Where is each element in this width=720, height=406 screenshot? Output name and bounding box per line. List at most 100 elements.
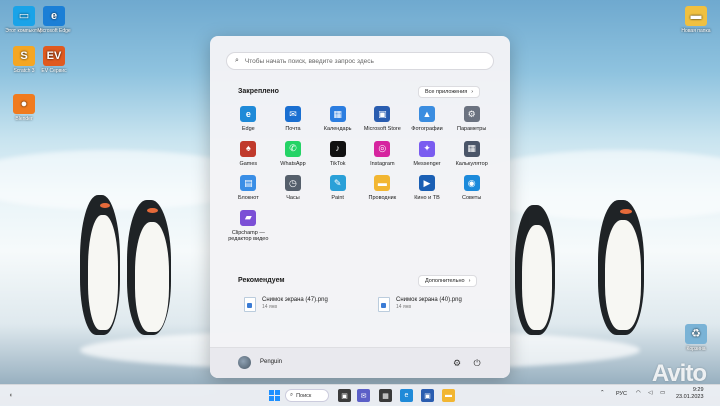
desktop-icon-label: Корзина — [686, 346, 706, 352]
pinned-app-label: Советы — [462, 195, 482, 201]
app-icon: ▰ — [240, 209, 257, 226]
clock[interactable]: 9:29 23.01.2023 — [676, 387, 704, 401]
search-icon: ⌕ — [235, 57, 239, 64]
desktop-app-icon: ● — [13, 94, 35, 114]
app-icon: ◷ — [284, 175, 301, 191]
pinned-app[interactable]: ✦ Messenger — [405, 140, 450, 168]
desktop-icon[interactable]: ● Blender — [0, 94, 48, 122]
pinned-app-label: Microsoft Store — [363, 126, 401, 132]
edge-icon[interactable]: e — [400, 389, 413, 402]
chevron-up-icon[interactable]: ⌃ — [600, 390, 605, 396]
pinned-app-label: Почта — [285, 126, 301, 132]
start-search-input[interactable]: ⌕ Чтобы начать поиск, введите запрос зде… — [226, 52, 494, 70]
app-icon: ✆ — [284, 140, 301, 157]
pinned-app[interactable]: ▬ Проводник — [360, 175, 405, 202]
pinned-app[interactable]: ▶ Кино и ТВ — [405, 175, 450, 202]
battery-icon[interactable]: ▭ — [660, 390, 665, 396]
start-button[interactable] — [268, 389, 281, 402]
pinned-app[interactable]: ▦ Калькулятор — [449, 140, 494, 168]
app-icon[interactable]: ▦ — [379, 389, 392, 402]
pinned-app[interactable]: ◷ Часы — [271, 175, 316, 202]
pinned-app-label: Clipchamp — редактор видео — [228, 229, 269, 243]
wifi-icon[interactable]: ◠ — [636, 390, 641, 396]
desktop-app-icon: e — [43, 6, 65, 26]
desktop-icon[interactable]: ♻ Корзина — [672, 324, 720, 352]
search-placeholder: Чтобы начать поиск, введите запрос здесь — [244, 57, 374, 65]
pinned-app[interactable]: ▤ Блокнот — [226, 175, 271, 202]
penguin-decoration — [510, 205, 570, 340]
pinned-app-label: Instagram — [370, 160, 395, 167]
avito-watermark: Avito — [651, 360, 707, 387]
pinned-app-label: Параметры — [457, 126, 487, 132]
clock-time: 9:29 — [692, 387, 704, 393]
start-footer: Penguin ⚙ ⏻ — [210, 347, 510, 378]
pinned-app-label: Блокнот — [237, 195, 259, 201]
pinned-app[interactable]: ▰ Clipchamp — редактор видео — [226, 209, 271, 243]
pinned-app[interactable]: ♪ TikTok — [315, 140, 360, 168]
app-icon: ▤ — [240, 175, 257, 191]
pinned-apps-grid: e Edge ✉ Почта ▦ Календарь ▣ Microsoft Store ▲ Фо… — [226, 106, 494, 243]
desktop-icon-label: Microsoft Edge — [37, 28, 71, 34]
chevron-right-icon: › — [468, 278, 471, 284]
desktop-icon[interactable]: ▬ Новая папка — [672, 6, 720, 34]
pinned-app[interactable]: ◎ Instagram — [360, 140, 405, 168]
chevron-right-icon: › — [471, 89, 474, 95]
pinned-app[interactable]: ▲ Фотографии — [405, 106, 450, 133]
pinned-app[interactable]: ✉ Почта — [271, 106, 316, 133]
desktop-icon-label: Новая папка — [681, 28, 711, 34]
pinned-app[interactable]: e Edge — [226, 106, 271, 133]
desktop-icon-label: EV Сервис — [41, 68, 67, 74]
more-label: Дополнительно — [425, 278, 465, 284]
taskbar-search-button[interactable]: ⌕ Поиск — [285, 389, 329, 402]
desktop-icon[interactable]: e Microsoft Edge — [30, 6, 78, 34]
pinned-app-label: WhatsApp — [280, 160, 306, 167]
pinned-app[interactable]: ♠ Games — [226, 140, 271, 168]
penguin-decoration — [115, 200, 195, 340]
app-icon: ♪ — [329, 140, 346, 157]
app-icon: ▶ — [418, 175, 435, 191]
language-indicator[interactable]: РУС — [616, 391, 627, 397]
pinned-app[interactable]: ✆ WhatsApp — [271, 140, 316, 168]
pinned-app-label: Календарь — [323, 126, 352, 132]
store-icon[interactable]: ▣ — [421, 389, 434, 402]
power-icon[interactable]: ⏻ — [471, 357, 483, 369]
pinned-app[interactable]: ◉ Советы — [449, 175, 494, 202]
pinned-app[interactable]: ⚙ Параметры — [449, 106, 494, 133]
recommended-item[interactable]: Снимок экрана (47).png 14 янв — [244, 297, 328, 312]
speaker-icon[interactable]: ◁ — [648, 390, 652, 396]
pinned-app[interactable]: ▣ Microsoft Store — [360, 106, 405, 133]
pinned-app-label: Кино и ТВ — [414, 195, 440, 201]
task-view-icon[interactable]: ▣ — [338, 389, 351, 402]
recommended-item[interactable]: Снимок экрана (40).png 14 янв — [378, 297, 462, 312]
desktop-app-icon: ▬ — [685, 6, 707, 26]
app-icon: ▦ — [329, 106, 346, 122]
pinned-app-label: Games — [239, 160, 258, 167]
all-apps-label: Все приложения — [425, 89, 468, 95]
recommended-item-name: Снимок экрана (47).png — [262, 297, 328, 303]
more-button[interactable]: Дополнительно › — [418, 275, 478, 287]
avatar[interactable] — [238, 356, 251, 369]
app-icon: ✎ — [329, 175, 346, 191]
widgets-icon[interactable]: ◐ — [5, 389, 18, 402]
app-icon: ◎ — [374, 140, 391, 157]
pinned-app-label: Messenger — [413, 160, 441, 167]
start-menu: ⌕ Чтобы начать поиск, введите запрос зде… — [210, 36, 510, 378]
app-icon: ◉ — [463, 175, 480, 191]
app-icon: ✉ — [284, 106, 301, 122]
all-apps-button[interactable]: Все приложения › — [418, 86, 481, 98]
recommended-item-meta: 14 янв — [262, 304, 278, 310]
pinned-app[interactable]: ▦ Календарь — [315, 106, 360, 133]
user-name[interactable]: Penguin — [260, 359, 282, 365]
chat-icon[interactable]: ✉ — [357, 389, 370, 402]
desktop-icon-label: Blender — [15, 116, 33, 122]
taskbar-search-label: Поиск — [296, 392, 312, 399]
settings-gear-icon[interactable]: ⚙ — [451, 357, 463, 369]
recommended-item-meta: 14 янв — [396, 304, 412, 310]
pinned-app-label: Калькулятор — [455, 160, 488, 167]
desktop-icon[interactable]: EV EV Сервис — [30, 46, 78, 74]
desktop-app-icon: ♻ — [685, 324, 707, 344]
file-explorer-icon[interactable]: ▬ — [442, 389, 455, 402]
pinned-app-label: TikTok — [329, 160, 346, 167]
pinned-app[interactable]: ✎ Paint — [315, 175, 360, 202]
app-icon: ▣ — [374, 106, 391, 122]
